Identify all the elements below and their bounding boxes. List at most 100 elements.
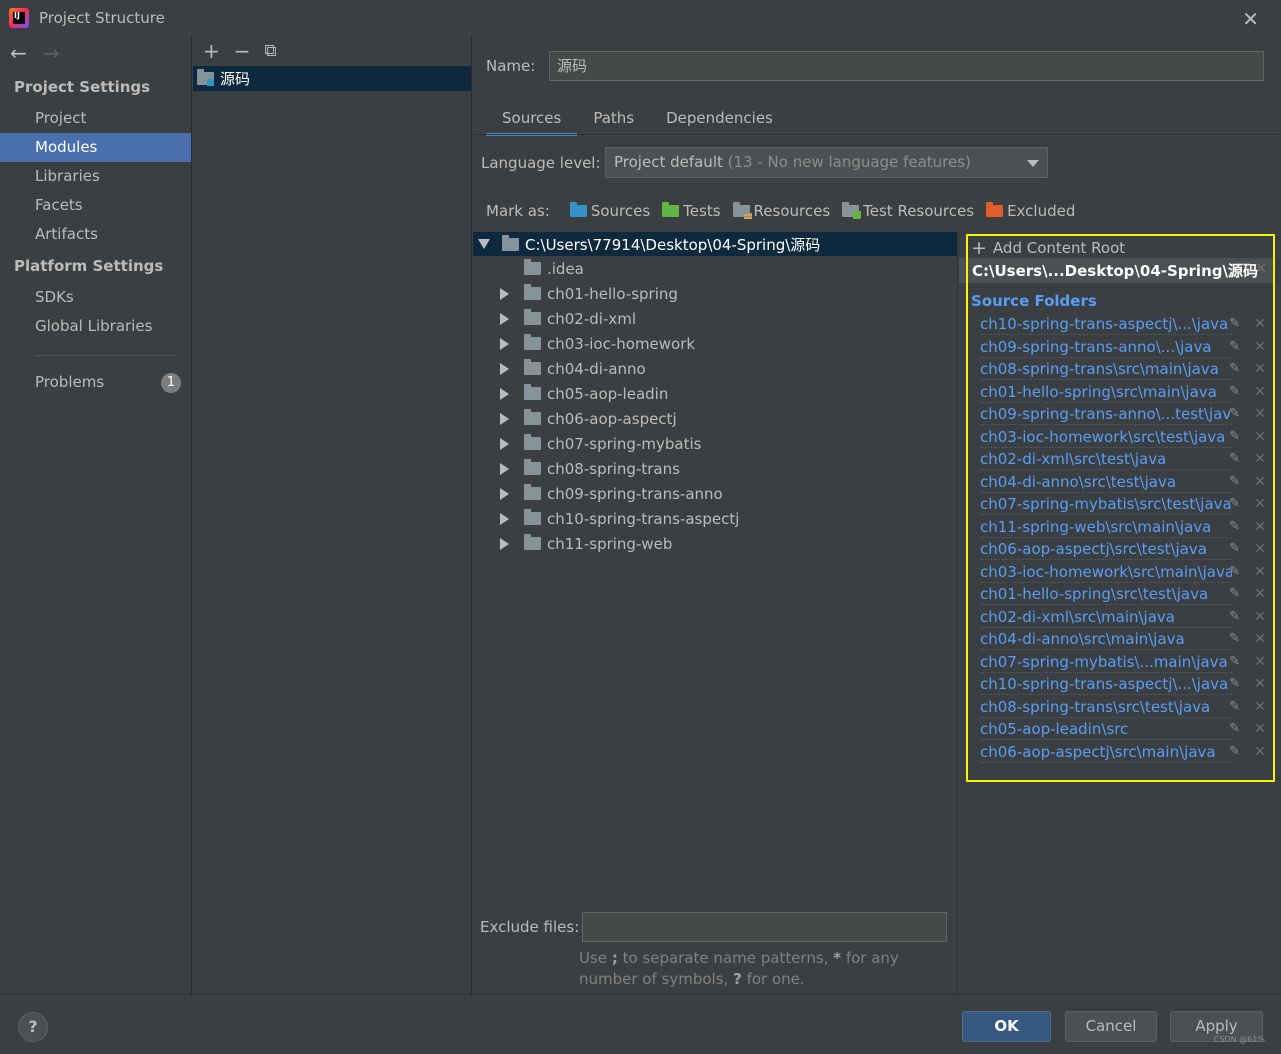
pencil-icon[interactable]: ✎ <box>1229 586 1240 601</box>
tree-row[interactable]: ch10-spring-trans-aspectj <box>473 506 957 531</box>
close-icon[interactable]: ✕ <box>1242 7 1259 31</box>
mark-as-tests-button[interactable]: Tests <box>662 202 721 220</box>
remove-root-icon[interactable]: ✕ <box>1255 261 1267 277</box>
source-folder-row[interactable]: ch03-ioc-homework\src\main\java ✎ ✕ <box>958 562 1274 585</box>
expand-right-icon[interactable] <box>500 437 509 450</box>
mark-as-excluded-button[interactable]: Excluded <box>986 202 1075 220</box>
remove-icon[interactable]: ✕ <box>1254 541 1266 557</box>
source-folder-row[interactable]: ch07-spring-mybatis\...main\java ✎ ✕ <box>958 652 1274 675</box>
expand-right-icon[interactable] <box>500 512 509 525</box>
tree-row[interactable]: ch09-spring-trans-anno <box>473 481 957 506</box>
tree-row[interactable]: ch05-aop-leadin <box>473 381 957 406</box>
pencil-icon[interactable]: ✎ <box>1229 384 1240 399</box>
module-list-item[interactable]: 源码 <box>193 66 471 91</box>
source-folder-row[interactable]: ch01-hello-spring\src\test\java ✎ ✕ <box>958 584 1274 607</box>
expand-right-icon[interactable] <box>500 337 509 350</box>
remove-icon[interactable]: ✕ <box>1254 699 1266 715</box>
ok-button[interactable]: OK <box>962 1011 1051 1042</box>
pencil-icon[interactable]: ✎ <box>1229 744 1240 759</box>
source-folder-row[interactable]: ch06-aop-aspectj\src\main\java ✎ ✕ <box>958 742 1274 765</box>
source-folder-row[interactable]: ch09-spring-trans-anno\...test\java ✎ ✕ <box>958 404 1274 427</box>
tree-root-row[interactable]: C:\Users\77914\Desktop\04-Spring\源码 <box>473 232 957 256</box>
tree-row[interactable]: .idea <box>473 256 957 281</box>
tree-row[interactable]: ch07-spring-mybatis <box>473 431 957 456</box>
mark-as-resources-button[interactable]: Resources <box>732 202 830 220</box>
pencil-icon[interactable]: ✎ <box>1229 474 1240 489</box>
pencil-icon[interactable]: ✎ <box>1229 676 1240 691</box>
source-folder-row[interactable]: ch02-di-xml\src\main\java ✎ ✕ <box>958 607 1274 630</box>
remove-icon[interactable]: ✕ <box>1254 519 1266 535</box>
expand-right-icon[interactable] <box>500 287 509 300</box>
back-arrow-icon[interactable]: ← <box>10 41 27 65</box>
pencil-icon[interactable]: ✎ <box>1229 339 1240 354</box>
mark-as-sources-button[interactable]: Sources <box>569 202 650 220</box>
sidebar-item-problems[interactable]: Problems 1 <box>0 368 191 397</box>
tab-paths[interactable]: Paths <box>577 104 650 136</box>
source-folder-row[interactable]: ch01-hello-spring\src\main\java ✎ ✕ <box>958 382 1274 405</box>
remove-icon[interactable]: ✕ <box>1254 676 1266 692</box>
forward-arrow-icon[interactable]: → <box>43 41 60 65</box>
tree-row[interactable]: ch08-spring-trans <box>473 456 957 481</box>
tab-sources[interactable]: Sources <box>486 104 578 136</box>
sidebar-item-modules[interactable]: Modules <box>0 133 191 162</box>
expand-right-icon[interactable] <box>500 487 509 500</box>
exclude-files-input[interactable] <box>582 912 947 942</box>
tree-row[interactable]: ch11-spring-web <box>473 531 957 556</box>
mark-as-test-resources-button[interactable]: Test Resources <box>842 202 974 220</box>
add-module-icon[interactable]: + <box>203 39 220 63</box>
pencil-icon[interactable]: ✎ <box>1229 609 1240 624</box>
source-folder-row[interactable]: ch08-spring-trans\src\test\java ✎ ✕ <box>958 697 1274 720</box>
expand-right-icon[interactable] <box>500 312 509 325</box>
pencil-icon[interactable]: ✎ <box>1229 361 1240 376</box>
remove-icon[interactable]: ✕ <box>1254 316 1266 332</box>
remove-icon[interactable]: ✕ <box>1254 384 1266 400</box>
pencil-icon[interactable]: ✎ <box>1229 654 1240 669</box>
module-name-input[interactable]: 源码 <box>549 51 1264 81</box>
pencil-icon[interactable]: ✎ <box>1229 316 1240 331</box>
pencil-icon[interactable]: ✎ <box>1229 519 1240 534</box>
copy-module-icon[interactable]: ⧉ <box>265 41 277 61</box>
expand-right-icon[interactable] <box>500 387 509 400</box>
source-folder-row[interactable]: ch10-spring-trans-aspectj\...\java ✎ ✕ <box>958 314 1274 337</box>
remove-icon[interactable]: ✕ <box>1254 564 1266 580</box>
remove-icon[interactable]: ✕ <box>1254 339 1266 355</box>
remove-icon[interactable]: ✕ <box>1254 474 1266 490</box>
remove-module-icon[interactable]: − <box>234 39 251 63</box>
remove-icon[interactable]: ✕ <box>1254 429 1266 445</box>
source-folder-row[interactable]: ch10-spring-trans-aspectj\...\java ✎ ✕ <box>958 674 1274 697</box>
pencil-icon[interactable]: ✎ <box>1229 721 1240 736</box>
remove-icon[interactable]: ✕ <box>1254 631 1266 647</box>
sidebar-item-artifacts[interactable]: Artifacts <box>0 220 191 249</box>
sidebar-item-sdks[interactable]: SDKs <box>0 283 191 312</box>
source-folder-row[interactable]: ch08-spring-trans\src\main\java ✎ ✕ <box>958 359 1274 382</box>
pencil-icon[interactable]: ✎ <box>1229 429 1240 444</box>
content-root-row[interactable]: C:\Users\...Desktop\04-Spring\源码 ✕ <box>959 258 1274 283</box>
sidebar-item-project[interactable]: Project <box>0 104 191 133</box>
source-folder-row[interactable]: ch07-spring-mybatis\src\test\java ✎ ✕ <box>958 494 1274 517</box>
expand-right-icon[interactable] <box>500 462 509 475</box>
source-folder-row[interactable]: ch05-aop-leadin\src ✎ ✕ <box>958 719 1274 742</box>
tree-row[interactable]: ch06-aop-aspectj <box>473 406 957 431</box>
source-folder-row[interactable]: ch04-di-anno\src\test\java ✎ ✕ <box>958 472 1274 495</box>
tree-row[interactable]: ch04-di-anno <box>473 356 957 381</box>
pencil-icon[interactable]: ✎ <box>1229 496 1240 511</box>
source-folder-row[interactable]: ch09-spring-trans-anno\...\java ✎ ✕ <box>958 337 1274 360</box>
source-folder-row[interactable]: ch03-ioc-homework\src\test\java ✎ ✕ <box>958 427 1274 450</box>
remove-icon[interactable]: ✕ <box>1254 406 1266 422</box>
tree-row[interactable]: ch02-di-xml <box>473 306 957 331</box>
source-folder-row[interactable]: ch06-aop-aspectj\src\test\java ✎ ✕ <box>958 539 1274 562</box>
source-folder-row[interactable]: ch02-di-xml\src\test\java ✎ ✕ <box>958 449 1274 472</box>
pencil-icon[interactable]: ✎ <box>1229 631 1240 646</box>
pencil-icon[interactable]: ✎ <box>1229 564 1240 579</box>
language-level-select[interactable]: Project default (13 - No new language fe… <box>605 147 1048 178</box>
remove-icon[interactable]: ✕ <box>1254 721 1266 737</box>
expand-right-icon[interactable] <box>500 412 509 425</box>
remove-icon[interactable]: ✕ <box>1254 609 1266 625</box>
add-content-root-button[interactable]: + Add Content Root <box>971 237 1125 259</box>
expand-down-icon[interactable] <box>478 239 490 249</box>
tab-dependencies[interactable]: Dependencies <box>650 104 789 136</box>
remove-icon[interactable]: ✕ <box>1254 586 1266 602</box>
pencil-icon[interactable]: ✎ <box>1229 451 1240 466</box>
pencil-icon[interactable]: ✎ <box>1229 406 1240 421</box>
tree-row[interactable]: ch03-ioc-homework <box>473 331 957 356</box>
